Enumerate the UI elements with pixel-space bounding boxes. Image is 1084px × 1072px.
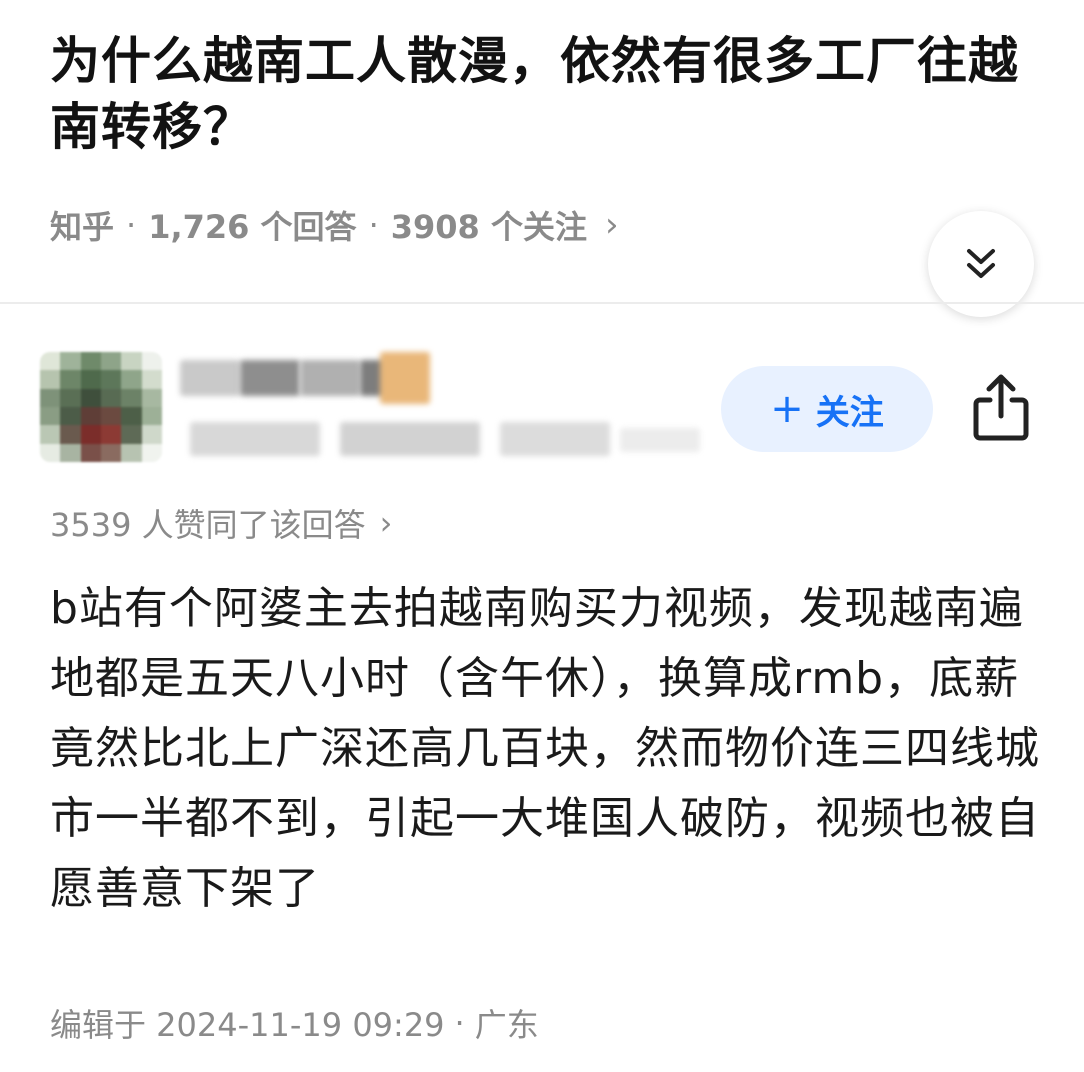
- author-badge-blurred: [380, 352, 430, 404]
- avatar-pixel: [80, 388, 101, 407]
- share-icon[interactable]: [970, 372, 1032, 444]
- question-meta[interactable]: 知乎 · 1,726 个回答 · 3908 个关注 ›: [50, 200, 619, 250]
- chevron-right-icon: ›: [604, 205, 619, 245]
- upvote-text: 3539 人赞同了该回答: [50, 506, 366, 544]
- avatar-pixel: [40, 425, 61, 444]
- avatar-pixel: [40, 370, 61, 389]
- author-bio-blurred: [500, 422, 610, 456]
- author-info-blurred[interactable]: [180, 352, 700, 472]
- answers-count: 1,726 个回答: [148, 208, 357, 246]
- avatar-pixel: [60, 370, 81, 389]
- question-title[interactable]: 为什么越南工人散漫，依然有很多工厂往越南转移？: [50, 28, 1040, 160]
- avatar-pixel: [141, 407, 162, 426]
- follow-label: 关注: [815, 392, 884, 433]
- double-chevron-down-icon: [967, 249, 995, 278]
- meta-separator: ·: [368, 206, 379, 244]
- avatar-pixel: [121, 425, 142, 444]
- avatar-pixel: [40, 443, 61, 462]
- avatar-pixel: [60, 388, 81, 407]
- meta-separator: ·: [454, 1004, 465, 1042]
- edited-time: 编辑于 2024-11-19 09:29: [50, 1006, 445, 1044]
- avatar-pixel: [80, 425, 101, 444]
- avatar-pixel: [101, 388, 122, 407]
- author-name-blurred: [180, 360, 240, 396]
- author-name-blurred: [240, 360, 300, 396]
- chevron-right-icon: ›: [379, 504, 393, 542]
- avatar-pixel: [60, 425, 81, 444]
- avatar-pixel: [80, 352, 101, 371]
- avatar-pixel: [141, 370, 162, 389]
- avatar-pixel: [101, 443, 122, 462]
- avatar-pixel: [80, 370, 101, 389]
- avatar-pixel: [141, 388, 162, 407]
- avatar-pixel: [40, 352, 61, 371]
- avatar-pixel: [121, 352, 142, 371]
- avatar-pixel: [60, 352, 81, 371]
- avatar-pixel: [141, 443, 162, 462]
- answer-content[interactable]: b站有个阿婆主去拍越南购买力视频，发现越南遍地都是五天八小时（含午休），换算成r…: [50, 574, 1040, 924]
- avatar-pixel: [101, 425, 122, 444]
- avatar-pixel: [101, 352, 122, 371]
- avatar-pixel: [141, 352, 162, 371]
- avatar-pixel: [60, 443, 81, 462]
- avatar-pixel: [141, 425, 162, 444]
- avatar-pixel: [60, 407, 81, 426]
- avatar-pixel: [40, 388, 61, 407]
- meta-separator: ·: [126, 206, 137, 244]
- author-bio-blurred: [620, 428, 700, 452]
- avatar-pixel: [121, 388, 142, 407]
- author-bio-blurred: [340, 422, 480, 456]
- location: 广东: [474, 1006, 539, 1044]
- avatar-pixel: [121, 407, 142, 426]
- avatar-pixel: [80, 443, 101, 462]
- avatar-pixel: [121, 443, 142, 462]
- section-divider: [0, 302, 1084, 304]
- follow-button[interactable]: + 关注: [721, 366, 933, 452]
- avatar-pixel: [101, 370, 122, 389]
- answer-paragraph: b站有个阿婆主去拍越南购买力视频，发现越南遍地都是五天八小时（含午休），换算成r…: [50, 583, 1040, 914]
- avatar[interactable]: [40, 352, 162, 462]
- avatar-pixel: [121, 370, 142, 389]
- avatar-pixel: [80, 407, 101, 426]
- followers-count: 3908 个关注: [390, 208, 587, 246]
- plus-icon: +: [770, 386, 804, 432]
- upvote-summary[interactable]: 3539 人赞同了该回答 ›: [50, 496, 392, 550]
- avatar-pixel: [40, 407, 61, 426]
- edit-info: 编辑于 2024-11-19 09:29 · 广东: [50, 996, 539, 1050]
- source-label: 知乎: [50, 208, 115, 246]
- author-bio-blurred: [190, 422, 320, 456]
- avatar-pixel: [101, 407, 122, 426]
- author-name-blurred: [300, 360, 360, 396]
